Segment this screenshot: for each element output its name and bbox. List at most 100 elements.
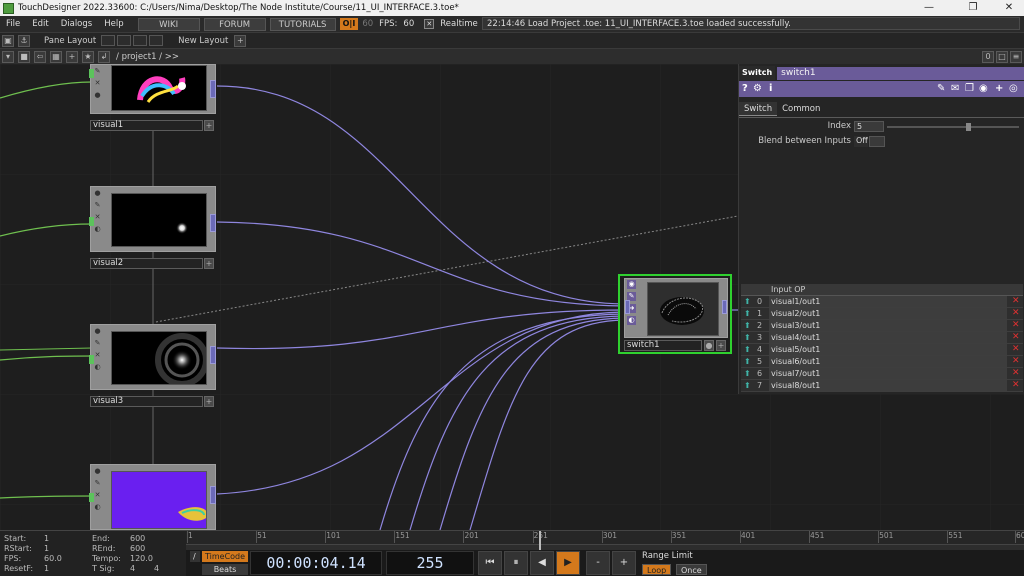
up-level-icon[interactable]: ↲ bbox=[98, 50, 110, 63]
tempo-value[interactable]: 120.0 bbox=[130, 554, 153, 563]
table-row[interactable]: ⬆ 3 visual4/out1 ✕ bbox=[741, 332, 1023, 344]
grid-icon[interactable]: ▦ bbox=[50, 50, 62, 63]
network-editor[interactable]: ✎ ✕ ● visual1 + ● ✎ ✕ ◐ visual2 + ● ✎ ✕ … bbox=[0, 64, 1024, 530]
blend-toggle[interactable] bbox=[869, 136, 885, 147]
tab-switch[interactable]: Switch bbox=[739, 102, 778, 116]
frame-display[interactable]: 255 bbox=[386, 551, 474, 575]
delete-input-icon[interactable]: ✕ bbox=[1012, 369, 1021, 378]
timecode-display[interactable]: 00:00:04.14 bbox=[250, 551, 382, 575]
loop-button[interactable]: Loop bbox=[642, 564, 672, 575]
operator-add-button[interactable]: + bbox=[204, 258, 214, 269]
index-field[interactable]: 5 bbox=[854, 121, 884, 132]
output-connector[interactable] bbox=[210, 486, 216, 504]
menu-edit[interactable]: Edit bbox=[26, 16, 54, 32]
display-icon[interactable]: ◐ bbox=[93, 363, 102, 372]
input-arrow-icon[interactable]: ⬆ bbox=[744, 346, 752, 354]
forum-button[interactable]: FORUM bbox=[203, 17, 266, 31]
edit-icon[interactable]: ✎ bbox=[937, 83, 945, 95]
table-row[interactable]: ⬆ 4 visual5/out1 ✕ bbox=[741, 344, 1023, 356]
input-arrow-icon[interactable]: ⬆ bbox=[744, 334, 752, 342]
operator-name[interactable]: visual3 bbox=[90, 396, 203, 407]
viewer-icon[interactable]: ● bbox=[93, 189, 102, 198]
tsig-denominator[interactable]: 4 bbox=[154, 564, 159, 573]
tsig-numerator[interactable]: 4 bbox=[130, 564, 135, 573]
input-op-field[interactable]: visual8/out1 bbox=[769, 380, 1007, 391]
pane-menu-icon[interactable]: ≡ bbox=[1010, 50, 1022, 63]
input-arrow-icon[interactable]: ⬆ bbox=[744, 382, 752, 390]
viewer-icon[interactable]: ● bbox=[93, 91, 102, 100]
play-forward-button[interactable]: ▶ bbox=[556, 551, 580, 575]
target-icon[interactable]: ◎ bbox=[1009, 83, 1018, 95]
pane-split-icon[interactable]: ▣ bbox=[2, 34, 14, 47]
realtime-checkbox[interactable]: ✕ bbox=[424, 19, 435, 29]
stop-icon[interactable]: ■ bbox=[18, 50, 30, 63]
output-connector[interactable] bbox=[210, 214, 216, 232]
bypass-icon[interactable]: ✎ bbox=[93, 339, 102, 348]
input-op-field[interactable]: visual3/out1 bbox=[769, 320, 1007, 331]
op-name-field[interactable]: switch1 bbox=[777, 66, 1024, 80]
play-reverse-button[interactable]: ◀ bbox=[530, 551, 554, 575]
input-arrow-icon[interactable]: ⬆ bbox=[744, 322, 752, 330]
minimize-button[interactable]: — bbox=[914, 0, 944, 16]
layout-slot-1[interactable] bbox=[101, 35, 116, 46]
fps-value[interactable]: 60.0 bbox=[44, 554, 62, 563]
input-op-field[interactable]: visual2/out1 bbox=[769, 308, 1007, 319]
step-back-button[interactable]: - bbox=[586, 551, 610, 575]
delete-input-icon[interactable]: ✕ bbox=[1012, 357, 1021, 366]
delete-input-icon[interactable]: ✕ bbox=[1012, 309, 1021, 318]
input-connector[interactable] bbox=[625, 300, 630, 314]
operator-add-button[interactable]: + bbox=[716, 340, 726, 351]
tab-common[interactable]: Common bbox=[777, 102, 825, 116]
lock-icon[interactable]: ✕ bbox=[93, 351, 102, 360]
end-value[interactable]: 600 bbox=[130, 534, 145, 543]
info-icon[interactable]: i bbox=[769, 83, 772, 95]
oi-toggle[interactable]: O|I bbox=[339, 18, 359, 30]
input-arrow-icon[interactable]: ⬆ bbox=[744, 310, 752, 318]
star-icon[interactable]: ★ bbox=[82, 50, 94, 63]
index-slider-knob[interactable] bbox=[966, 123, 971, 131]
bypass-icon[interactable]: ✎ bbox=[93, 479, 102, 488]
operator-name[interactable]: visual2 bbox=[90, 258, 203, 269]
new-layout-plus-button[interactable]: + bbox=[234, 34, 247, 47]
output-connector[interactable] bbox=[210, 80, 216, 98]
close-button[interactable]: ✕ bbox=[994, 0, 1024, 16]
menu-file[interactable]: File bbox=[0, 16, 26, 32]
output-connector[interactable] bbox=[722, 300, 727, 314]
input-arrow-icon[interactable]: ⬆ bbox=[744, 370, 752, 378]
input-op-field[interactable]: visual5/out1 bbox=[769, 344, 1007, 355]
add-icon[interactable]: + bbox=[66, 50, 78, 63]
operator-name[interactable]: switch1 bbox=[624, 340, 702, 351]
wiki-button[interactable]: WIKI bbox=[137, 17, 200, 31]
delete-input-icon[interactable]: ✕ bbox=[1012, 297, 1021, 306]
operator-add-button[interactable]: + bbox=[204, 120, 214, 131]
comment-icon[interactable]: ✉ bbox=[951, 83, 959, 95]
pane-anchor-icon[interactable]: ⚓ bbox=[18, 34, 30, 47]
table-row[interactable]: ⬆ 2 visual3/out1 ✕ bbox=[741, 320, 1023, 332]
rstart-value[interactable]: 1 bbox=[44, 544, 49, 553]
lock-icon[interactable]: ✕ bbox=[93, 491, 102, 500]
timeline-mode-icon[interactable]: / bbox=[190, 551, 200, 562]
operator-switch1[interactable]: ◉ ✎ ➜ ◐ switch1 ● + bbox=[618, 274, 732, 354]
table-row[interactable]: ⬆ 6 visual7/out1 ✕ bbox=[741, 368, 1023, 380]
rend-value[interactable]: 600 bbox=[130, 544, 145, 553]
layout-slot-2[interactable] bbox=[117, 35, 132, 46]
network-path[interactable]: / project1 / >> bbox=[112, 52, 179, 62]
operator-name[interactable]: visual1 bbox=[90, 120, 203, 131]
delete-input-icon[interactable]: ✕ bbox=[1012, 321, 1021, 330]
timecode-toggle[interactable]: TimeCode bbox=[202, 551, 249, 562]
pane-type-icon[interactable]: ▾ bbox=[2, 50, 14, 63]
maximize-button[interactable]: ❐ bbox=[958, 0, 988, 16]
delete-input-icon[interactable]: ✕ bbox=[1012, 381, 1021, 390]
menu-dialogs[interactable]: Dialogs bbox=[55, 16, 99, 32]
layout-slot-4[interactable] bbox=[149, 35, 164, 46]
back-icon[interactable]: ⇦ bbox=[34, 50, 46, 63]
help-icon[interactable]: ? bbox=[742, 83, 748, 95]
input-op-field[interactable]: visual1/out1 bbox=[769, 296, 1007, 307]
table-row[interactable]: ⬆ 5 visual6/out1 ✕ bbox=[741, 356, 1023, 368]
tutorials-button[interactable]: TUTORIALS bbox=[269, 17, 336, 31]
python-icon[interactable]: ◉ bbox=[979, 83, 988, 95]
display-icon[interactable]: ◐ bbox=[627, 316, 636, 325]
layout-slot-3[interactable] bbox=[133, 35, 148, 46]
table-row[interactable]: ⬆ 1 visual2/out1 ✕ bbox=[741, 308, 1023, 320]
lock-icon[interactable]: ✕ bbox=[93, 213, 102, 222]
